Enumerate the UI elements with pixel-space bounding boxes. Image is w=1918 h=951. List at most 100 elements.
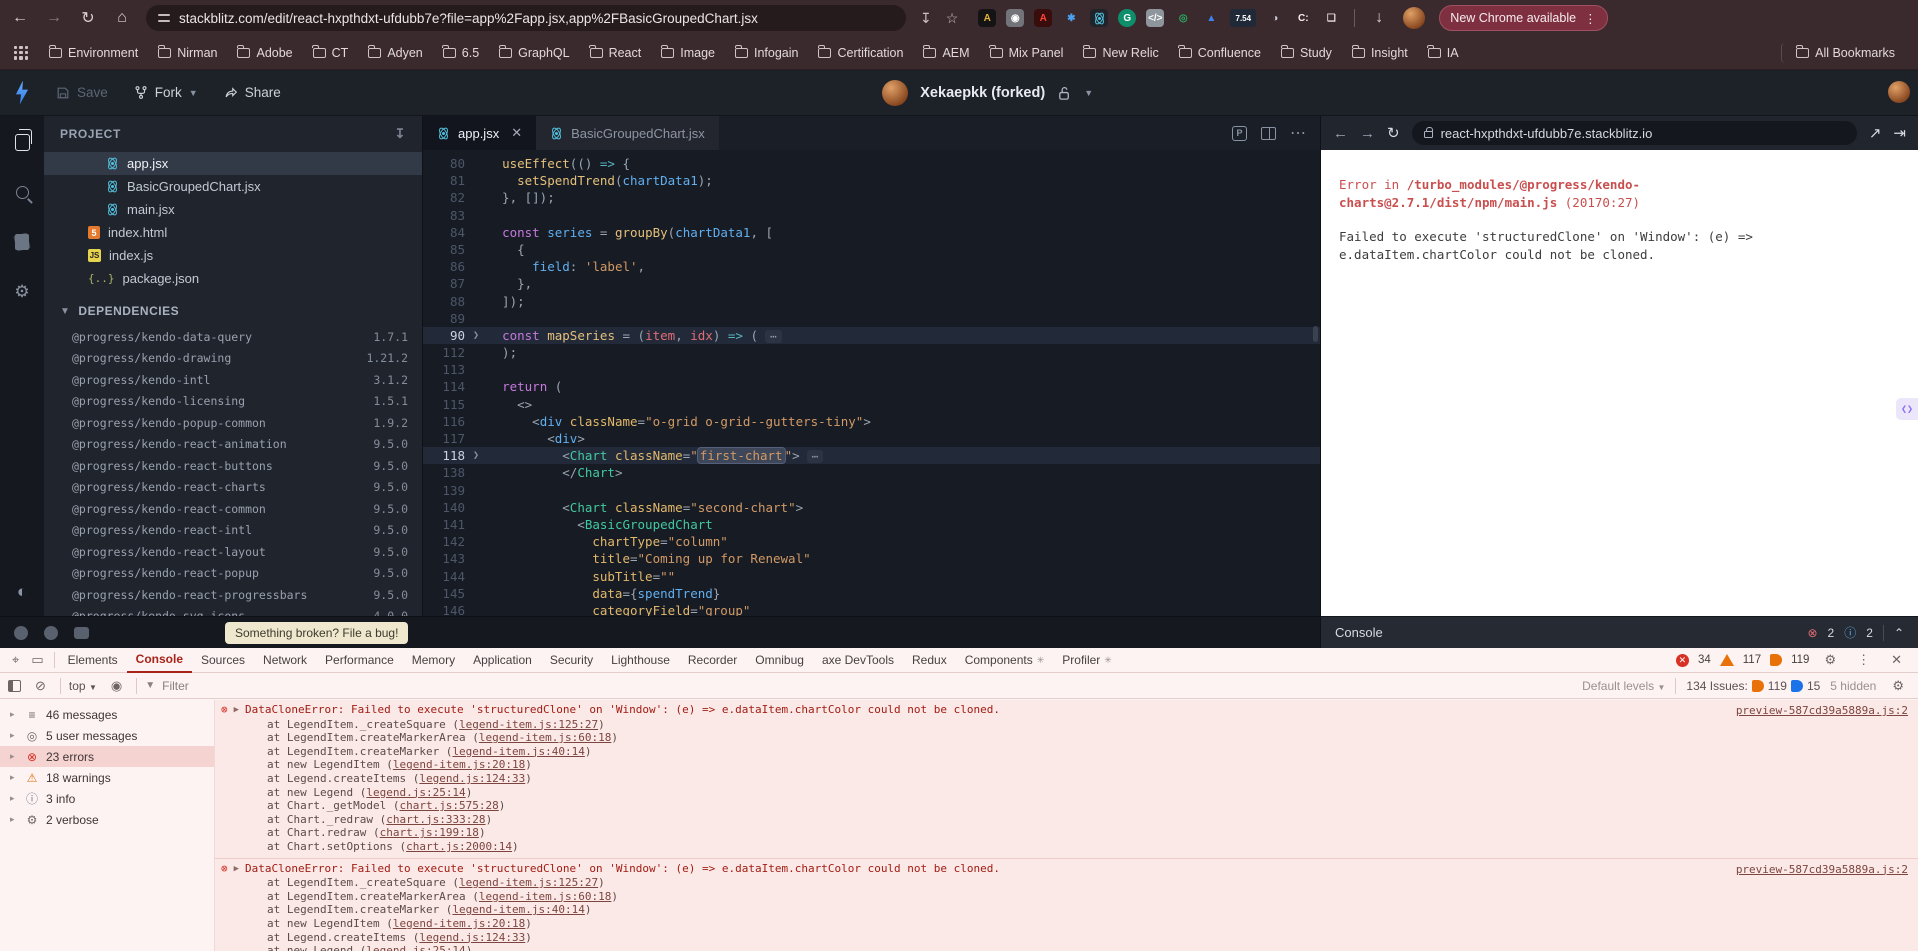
folded-code-icon[interactable]: ⋯: [765, 330, 782, 343]
bookmark-star-icon[interactable]: ☆: [946, 10, 959, 27]
bookmark-folder[interactable]: AEM: [914, 43, 978, 63]
bookmark-folder[interactable]: Mix Panel: [981, 43, 1073, 63]
console-filter-error[interactable]: ▸⊗23 errors: [0, 746, 214, 767]
code-line[interactable]: 113: [423, 361, 1320, 378]
twitter-icon[interactable]: [14, 626, 28, 640]
code-line[interactable]: 116 <div className="o-grid o-grid--gutte…: [423, 413, 1320, 430]
bookmark-folder[interactable]: CT: [304, 43, 358, 63]
devtools-tab-profiler[interactable]: Profiler✳: [1053, 648, 1121, 673]
devtools-kebab-icon[interactable]: ⋮: [1857, 652, 1870, 668]
browser-avatar[interactable]: [1403, 7, 1425, 29]
error-message-row[interactable]: ⊗▶DataCloneError: Failed to execute 'str…: [221, 862, 1910, 877]
bookmark-folder[interactable]: IA: [1419, 43, 1468, 63]
expand-caret-icon[interactable]: ▸: [10, 730, 18, 741]
dependency-item[interactable]: @progress/kendo-react-progressbars9.5.0: [44, 584, 422, 606]
bookmark-folder[interactable]: Study: [1272, 43, 1341, 63]
devtools-close-icon[interactable]: ✕: [1891, 652, 1902, 668]
all-bookmarks-button[interactable]: All Bookmarks: [1781, 43, 1904, 63]
expand-caret-icon[interactable]: ▸: [10, 751, 18, 762]
stack-frame-link[interactable]: legend-item.js:40:14: [452, 745, 584, 758]
forward-icon[interactable]: →: [44, 9, 64, 27]
bookmark-folder[interactable]: Nirman: [149, 43, 226, 63]
user-avatar[interactable]: [1888, 81, 1910, 103]
warning-count-icon[interactable]: [1720, 654, 1734, 666]
file-a-bug-tooltip[interactable]: Something broken? File a bug!: [225, 622, 408, 644]
stack-frame-link[interactable]: chart.js:2000:14: [406, 840, 512, 853]
preview-back-icon[interactable]: ←: [1333, 125, 1348, 142]
dependency-item[interactable]: @progress/kendo-react-animation9.5.0: [44, 434, 422, 456]
target-ext-icon[interactable]: ◎: [1174, 9, 1192, 27]
home-icon[interactable]: ⌂: [112, 9, 132, 27]
stack-frame-link[interactable]: legend-item.js:20:18: [393, 917, 525, 930]
split-editor-icon[interactable]: [1261, 127, 1276, 140]
dependency-item[interactable]: @progress/kendo-svg-icons4.0.0: [44, 606, 422, 617]
tab-app-jsx[interactable]: app.jsx ✕: [423, 116, 536, 150]
prettier-icon[interactable]: P: [1232, 126, 1247, 141]
code-line[interactable]: 85 {: [423, 241, 1320, 258]
code-line[interactable]: 86 field: 'label',: [423, 258, 1320, 275]
code-line[interactable]: 143 title="Coming up for Renewal": [423, 550, 1320, 567]
stack-frame-link[interactable]: legend.js:25:14: [366, 786, 465, 799]
code-line[interactable]: 83: [423, 207, 1320, 224]
code-line[interactable]: 89: [423, 310, 1320, 327]
devtools-settings-icon[interactable]: ⚙: [1824, 652, 1836, 668]
dependency-item[interactable]: @progress/kendo-licensing1.5.1: [44, 391, 422, 413]
file-item-index-html[interactable]: 5index.html: [44, 221, 422, 244]
search-panel-icon[interactable]: [10, 180, 34, 204]
fold-chevron-icon[interactable]: ❯: [473, 447, 479, 464]
file-item-package-json[interactable]: {..}package.json: [44, 267, 422, 290]
bookmark-folder[interactable]: New Relic: [1074, 43, 1167, 63]
expand-caret-icon[interactable]: ▸: [10, 793, 18, 804]
code-line[interactable]: 84 const series = groupBy(chartData1, [: [423, 224, 1320, 241]
code-line[interactable]: 82 }, []);: [423, 189, 1320, 206]
fork-button[interactable]: Fork ▼: [134, 85, 198, 100]
github-icon[interactable]: [44, 626, 58, 640]
deploy-panel-icon[interactable]: [10, 230, 34, 254]
apps-grid-icon[interactable]: [14, 46, 28, 60]
console-error-group[interactable]: ⊗▶DataCloneError: Failed to execute 'str…: [215, 700, 1918, 859]
stack-frame-link[interactable]: chart.js:199:18: [380, 826, 479, 839]
devtools-tab-omnibug[interactable]: Omnibug: [746, 648, 813, 673]
react-ext-icon[interactable]: [1090, 9, 1108, 27]
share-button[interactable]: Share: [224, 85, 281, 100]
bookmark-folder[interactable]: Infogain: [726, 43, 807, 63]
expand-caret-icon[interactable]: ▶: [234, 863, 239, 877]
console-filter-user[interactable]: ▸◎5 user messages: [0, 725, 214, 746]
file-item-app-jsx[interactable]: app.jsx: [44, 152, 422, 175]
send-to-device-icon[interactable]: ↧: [920, 10, 932, 27]
code-line[interactable]: 88 ]);: [423, 293, 1320, 310]
error-message-row[interactable]: ⊗▶DataCloneError: Failed to execute 'str…: [221, 703, 1910, 718]
adobe-ext-icon[interactable]: A: [1034, 9, 1052, 27]
code-area[interactable]: 80 useEffect(() => {81 setSpendTrend(cha…: [423, 150, 1320, 616]
more-actions-icon[interactable]: ⋯: [1290, 123, 1306, 143]
code-line[interactable]: 81 setSpendTrend(chartData1);: [423, 172, 1320, 189]
theme-toggle-icon[interactable]: ◐: [10, 580, 34, 604]
stack-frame-link[interactable]: legend-item.js:20:18: [393, 758, 525, 771]
chevron-down-icon[interactable]: ▼: [1084, 88, 1093, 98]
console-filter-warn[interactable]: ▸⚠18 warnings: [0, 767, 214, 788]
devtools-tab-components[interactable]: Components✳: [956, 648, 1054, 673]
url-text[interactable]: stackblitz.com/edit/react-hxpthdxt-ufdub…: [179, 11, 758, 26]
code-line[interactable]: 117 <div>: [423, 430, 1320, 447]
chrome-update-pill[interactable]: New Chrome available ⋮: [1439, 5, 1607, 31]
dropper-ext-icon[interactable]: ◑: [1266, 9, 1284, 27]
code-line[interactable]: 141 <BasicGroupedChart: [423, 516, 1320, 533]
stack-frame-link[interactable]: legend-item.js:60:18: [479, 731, 611, 744]
clear-console-icon[interactable]: ⊘: [35, 678, 46, 694]
dependency-item[interactable]: @progress/kendo-react-charts9.5.0: [44, 477, 422, 499]
dependency-item[interactable]: @progress/kendo-popup-common1.9.2: [44, 412, 422, 434]
dependency-item[interactable]: @progress/kendo-react-intl9.5.0: [44, 520, 422, 542]
dependency-item[interactable]: @progress/kendo-react-common9.5.0: [44, 498, 422, 520]
live-expression-icon[interactable]: ◉: [111, 678, 122, 694]
bookmark-folder[interactable]: Environment: [40, 43, 147, 63]
stack-frame-link[interactable]: chart.js:575:28: [399, 799, 498, 812]
site-settings-icon[interactable]: [158, 13, 170, 23]
expand-caret-icon[interactable]: ▸: [10, 709, 18, 720]
file-item-BasicGroupedChart-jsx[interactable]: BasicGroupedChart.jsx: [44, 175, 422, 198]
devtools-tab-network[interactable]: Network: [254, 648, 316, 673]
devtools-tab-axe-devtools[interactable]: axe DevTools: [813, 648, 903, 673]
expand-caret-icon[interactable]: ▸: [10, 814, 18, 825]
kebab-icon[interactable]: ⋮: [1584, 11, 1597, 26]
reload-icon[interactable]: ↻: [78, 8, 98, 28]
download-project-icon[interactable]: ↧: [395, 126, 407, 142]
